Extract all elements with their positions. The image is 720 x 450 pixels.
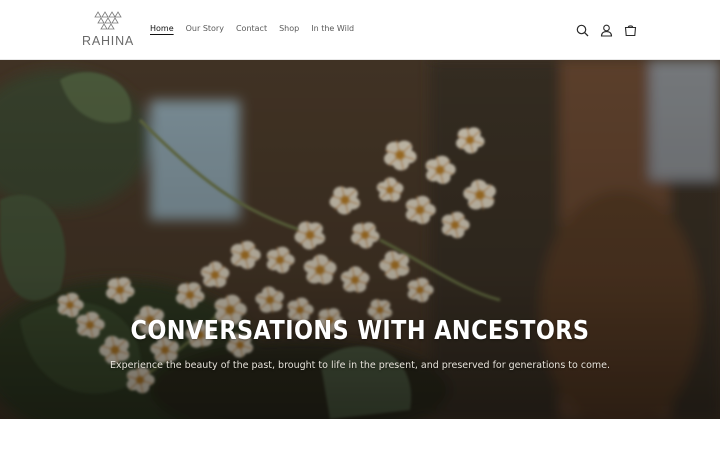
- header-icons: [574, 22, 638, 38]
- hero-banner: CONVERSATIONS WITH ANCESTORS Experience …: [0, 60, 720, 419]
- geometric-triangles-logo-icon: [94, 11, 122, 30]
- brand-logo[interactable]: RAHINA: [82, 10, 134, 50]
- nav-item-home[interactable]: Home: [150, 23, 174, 35]
- nav-item-our-story[interactable]: Our Story: [186, 23, 224, 35]
- cart-icon[interactable]: [622, 22, 638, 38]
- hero-title: CONVERSATIONS WITH ANCESTORS: [130, 316, 590, 346]
- hero-subtitle: Experience the beauty of the past, broug…: [110, 360, 610, 371]
- nav-item-shop[interactable]: Shop: [279, 23, 299, 35]
- site-header: RAHINA Home Our Story Contact Shop In th…: [0, 0, 720, 60]
- nav-item-in-the-wild[interactable]: In the Wild: [311, 23, 354, 35]
- brand-name: RAHINA: [82, 34, 135, 48]
- search-icon[interactable]: [574, 22, 590, 38]
- nav-item-contact[interactable]: Contact: [236, 23, 267, 35]
- main-nav: Home Our Story Contact Shop In the Wild: [150, 23, 354, 35]
- account-icon[interactable]: [598, 22, 614, 38]
